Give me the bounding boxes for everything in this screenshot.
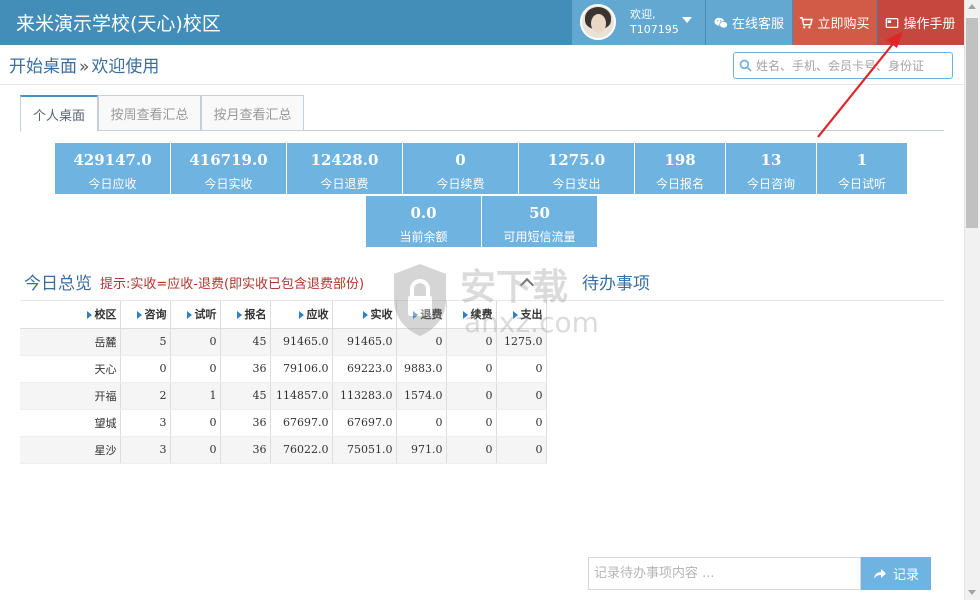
stat-value: 13: [760, 151, 782, 169]
sort-icon: [236, 311, 242, 320]
welcome-text: 欢迎,: [630, 8, 656, 21]
stat-card-renewal: 0 今日续费: [403, 143, 518, 194]
tab-personal-desktop[interactable]: 个人桌面: [20, 95, 98, 132]
sort-icon: [462, 311, 468, 320]
app-title: 来米演示学校(天心)校区: [16, 13, 221, 35]
stat-label: 今日实收: [204, 177, 253, 191]
stat-card-refund: 12428.0 今日退费: [287, 143, 402, 194]
stat-value: 1275.0: [547, 151, 606, 169]
breadcrumb-current: 欢迎使用: [91, 57, 160, 77]
stat-card-sms-quota: 50 可用短信流量: [482, 196, 597, 247]
column-header-received[interactable]: 实收: [332, 301, 397, 329]
stat-value: 1: [856, 151, 868, 169]
caret-down-icon: [682, 17, 692, 23]
user-greeting: 欢迎, T107195: [630, 7, 679, 37]
tab-monthly-summary[interactable]: 按月查看汇总: [201, 95, 304, 131]
table-row[interactable]: 岳麓 5 0 45 91465.0 91465.0 0 0 1275.0: [20, 328, 547, 356]
username-text: T107195: [630, 23, 679, 36]
search-icon: [739, 59, 752, 72]
scroll-up-icon[interactable]: [968, 4, 976, 9]
cart-icon: [800, 16, 814, 29]
column-header-enroll[interactable]: 报名: [220, 301, 271, 329]
avatar: [580, 4, 616, 40]
sort-icon: [362, 311, 368, 320]
table-row[interactable]: 开福 2 1 45 114857.0 113283.0 1574.0 0 0: [20, 382, 547, 410]
table-row[interactable]: 望城 3 0 36 67697.0 67697.0 0 0 0: [20, 409, 547, 437]
stat-card-received: 416719.0 今日实收: [171, 143, 286, 194]
buy-now-label: 立即购买: [817, 17, 870, 32]
todo-input[interactable]: [588, 557, 861, 590]
online-service-label: 在线客服: [731, 17, 784, 32]
sort-icon: [412, 311, 418, 320]
column-header-trial[interactable]: 试听: [170, 301, 221, 329]
chevron-up-icon[interactable]: [519, 277, 535, 293]
breadcrumb-bar: 开始桌面» 欢迎使用: [0, 45, 964, 85]
tab-bar: 个人桌面 按周查看汇总 按月查看汇总: [20, 95, 944, 132]
breadcrumb: 开始桌面» 欢迎使用: [9, 52, 159, 77]
stat-label: 今日应收: [88, 177, 137, 191]
table-header-row: 校区 咨询 试听 报名 应收 实收 退费 续费 支出: [20, 301, 547, 329]
stat-card-enrollment: 198 今日报名: [635, 143, 725, 194]
summary-title: 今日总览: [24, 274, 92, 294]
stat-label: 当前余额: [399, 230, 448, 244]
stat-card-consultation: 13 今日咨询: [726, 143, 816, 194]
buy-now-button[interactable]: 立即购买: [793, 0, 876, 45]
stat-value: 198: [664, 151, 696, 169]
stat-card-balance: 0.0 当前余额: [366, 196, 481, 247]
column-header-refund[interactable]: 退费: [396, 301, 447, 329]
summary-hint: 提示:实收=应收-退费(即实收已包含退费部份): [100, 277, 365, 292]
user-manual-label: 操作手册: [903, 17, 956, 32]
table-row[interactable]: 天心 0 0 36 79106.0 69223.0 9883.0 0 0: [20, 355, 547, 383]
summary-table: 校区 咨询 试听 报名 应收 实收 退费 续费 支出 岳麓 5 0 45 91465.0…: [20, 301, 547, 464]
record-todo-label: 记录: [892, 567, 919, 582]
search-box: [733, 52, 953, 79]
stat-value: 12428.0: [310, 151, 379, 169]
sort-icon: [86, 311, 92, 320]
stat-value: 50: [529, 204, 550, 222]
search-input[interactable]: [756, 56, 948, 75]
column-header-expense[interactable]: 支出: [496, 301, 547, 329]
book-icon: [886, 17, 899, 28]
stat-label: 今日支出: [552, 177, 601, 191]
record-todo-button[interactable]: 记录: [861, 557, 931, 590]
column-header-campus[interactable]: 校区: [20, 301, 121, 329]
stat-label: 今日续费: [436, 177, 485, 191]
online-service-button[interactable]: 在线客服: [706, 0, 792, 45]
stat-label: 今日退费: [320, 177, 369, 191]
stat-label: 今日咨询: [746, 177, 795, 191]
tab-weekly-summary[interactable]: 按周查看汇总: [98, 95, 201, 131]
table-row[interactable]: 星沙 3 0 36 76022.0 75051.0 971.0 0 0: [20, 436, 547, 464]
column-header-consult[interactable]: 咨询: [120, 301, 171, 329]
stat-card-expense: 1275.0 今日支出: [519, 143, 634, 194]
stat-value: 416719.0: [189, 151, 268, 169]
wechat-icon: [714, 17, 728, 28]
breadcrumb-separator: »: [79, 57, 90, 77]
scrollbar-thumb[interactable]: [966, 18, 978, 228]
column-header-renewal[interactable]: 续费: [446, 301, 497, 329]
stat-label: 今日报名: [655, 177, 704, 191]
stat-label: 今日试听: [837, 177, 886, 191]
stat-value: 0.0: [410, 204, 437, 222]
breadcrumb-home[interactable]: 开始桌面: [9, 57, 77, 77]
sort-icon: [136, 311, 142, 320]
sort-icon: [298, 311, 304, 320]
sort-icon: [186, 311, 192, 320]
column-header-receivable[interactable]: 应收: [270, 301, 333, 329]
stat-card-trial: 1 今日试听: [817, 143, 907, 194]
stat-value: 429147.0: [73, 151, 152, 169]
todo-title: 待办事项: [582, 274, 650, 294]
sort-icon: [512, 311, 518, 320]
stat-value: 0: [455, 151, 466, 169]
stat-label: 可用短信流量: [503, 230, 576, 244]
stat-card-receivable: 429147.0 今日应收: [55, 143, 170, 194]
user-menu[interactable]: 欢迎, T107195: [572, 0, 705, 45]
scroll-down-icon[interactable]: [968, 590, 976, 595]
user-manual-button[interactable]: 操作手册: [877, 0, 964, 45]
share-icon: [873, 568, 886, 579]
